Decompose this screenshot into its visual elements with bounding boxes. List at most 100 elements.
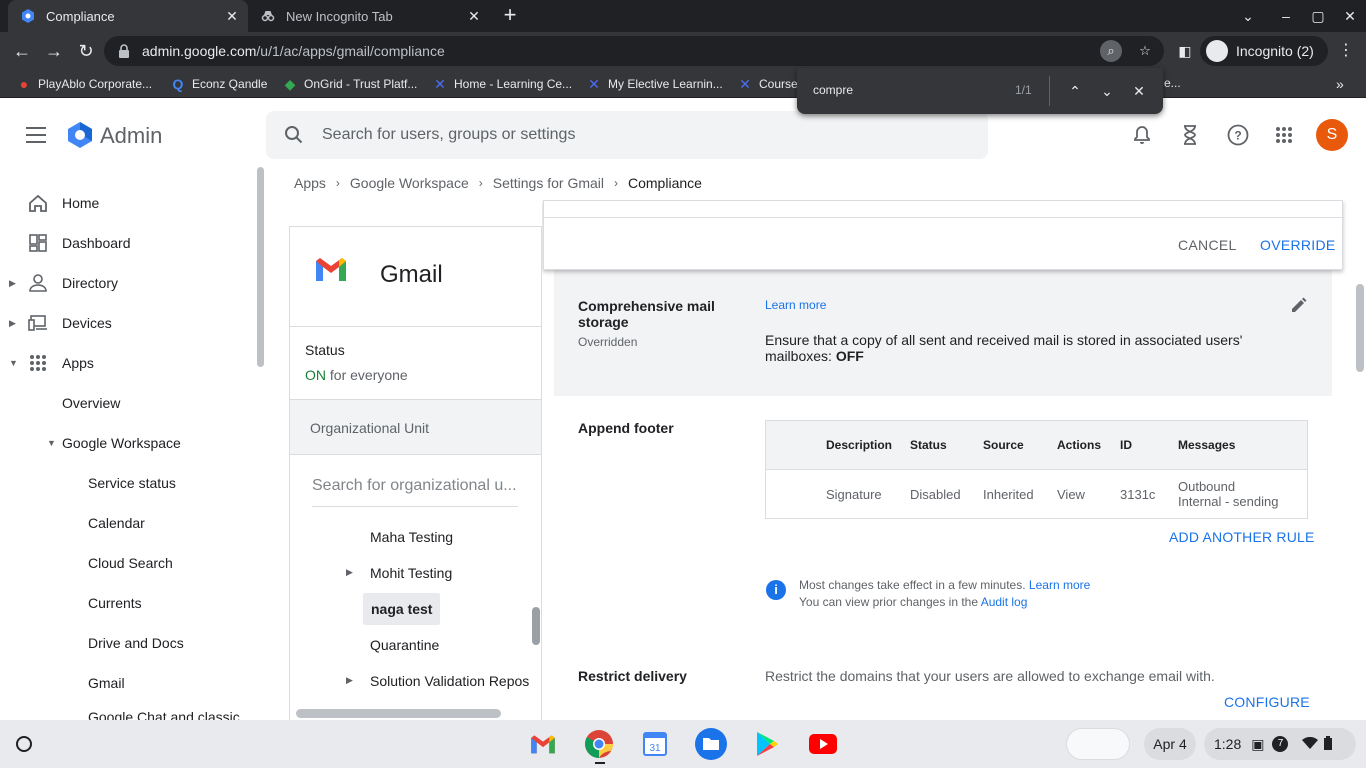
footer-rules-table: Description Status Source Actions ID Mes… (765, 420, 1308, 519)
sidebar-scrollbar[interactable] (257, 167, 264, 367)
sidebar-item-cloud-search[interactable]: Cloud Search (0, 543, 256, 583)
override-button[interactable]: OVERRIDE (1260, 237, 1336, 253)
bookmark-item[interactable]: e... (1164, 76, 1181, 90)
org-unit-item-selected[interactable]: naga test (363, 593, 441, 625)
find-input[interactable]: compre (813, 83, 853, 97)
cell-messages: Outbound (1178, 479, 1236, 494)
gmail-app-icon[interactable] (527, 728, 559, 760)
org-unit-vertical-scrollbar[interactable] (532, 607, 540, 645)
more-bookmarks-icon[interactable]: » (1336, 76, 1344, 92)
configure-button[interactable]: CONFIGURE (1224, 694, 1310, 710)
youtube-app-icon[interactable] (807, 728, 839, 760)
sidebar-item-apps[interactable]: ▼ Apps (0, 343, 256, 383)
expand-arrow-icon[interactable]: ▶ (9, 278, 16, 289)
sidebar-item-dashboard[interactable]: Dashboard (0, 223, 256, 263)
files-app-icon[interactable] (695, 728, 727, 760)
status-tray[interactable]: 1:28 ▣ 7 (1204, 728, 1356, 760)
org-unit-horizontal-scrollbar[interactable] (296, 709, 501, 718)
collapse-arrow-icon[interactable]: ▼ (9, 358, 18, 368)
play-store-app-icon[interactable] (751, 728, 783, 760)
sidebar-item-service-status[interactable]: Service status (0, 463, 256, 503)
chrome-app-icon[interactable] (583, 728, 615, 760)
org-unit-search-input[interactable]: Search for organizational u... (312, 477, 518, 507)
breadcrumb-google-workspace[interactable]: Google Workspace (350, 175, 469, 191)
cancel-button[interactable]: CANCEL (1178, 237, 1237, 253)
close-tab-icon[interactable]: ✕ (466, 8, 482, 24)
minimize-icon[interactable]: – (1276, 6, 1296, 26)
find-previous-icon[interactable]: ⌃ (1065, 81, 1085, 101)
expand-arrow-icon[interactable]: ▶ (9, 318, 16, 329)
apps-grid-icon[interactable] (1272, 123, 1296, 147)
bookmark-item[interactable]: ◆ OnGrid - Trust Platf... (282, 76, 418, 92)
learn-more-link[interactable]: Learn more (765, 298, 826, 312)
org-unit-item[interactable]: Mohit Testing (370, 565, 452, 581)
main-menu-icon[interactable] (26, 127, 46, 143)
tasks-hourglass-icon[interactable] (1178, 123, 1202, 147)
reload-icon[interactable]: ↻ (75, 40, 97, 62)
back-icon[interactable]: ← (11, 40, 33, 62)
new-tab-icon[interactable]: + (498, 4, 522, 28)
launcher-icon[interactable] (16, 736, 32, 752)
calendar-app-icon[interactable]: 31 (639, 728, 671, 760)
expand-arrow-icon[interactable]: ▶ (346, 567, 353, 578)
page-scrollbar[interactable] (1356, 284, 1364, 372)
date-tray[interactable]: Apr 4 (1144, 728, 1196, 760)
learn-more-link[interactable]: Learn more (1029, 578, 1090, 592)
sidebar-item-currents[interactable]: Currents (0, 583, 256, 623)
holding-space-thumbnail[interactable] (1066, 728, 1130, 760)
admin-search-input[interactable] (322, 123, 922, 147)
search-icon (284, 125, 304, 150)
breadcrumb-current: Compliance (628, 175, 702, 191)
expand-arrow-icon[interactable]: ▶ (346, 675, 353, 686)
restrict-delivery-title: Restrict delivery (578, 668, 687, 684)
org-unit-item[interactable]: Maha Testing (370, 529, 453, 545)
side-panel-icon[interactable]: ◧ (1174, 40, 1196, 62)
qandle-icon: Q (172, 76, 184, 92)
sidebar-item-drive-and-docs[interactable]: Drive and Docs (0, 623, 256, 663)
info-text: You can view prior changes in the Audit … (799, 595, 1028, 609)
find-close-icon[interactable]: ✕ (1129, 81, 1149, 101)
edit-pencil-icon[interactable] (1290, 296, 1308, 319)
breadcrumb-apps[interactable]: Apps (294, 175, 326, 191)
sidebar-item-google-workspace[interactable]: ▼ Google Workspace (0, 423, 256, 463)
bookmark-item[interactable]: Q Econz Qandle (170, 76, 268, 92)
bookmark-item[interactable]: ✕ My Elective Learnin... (586, 76, 723, 92)
add-another-rule-button[interactable]: ADD ANOTHER RULE (1169, 529, 1315, 545)
lock-icon[interactable] (118, 44, 130, 63)
apps-grid-icon (28, 353, 48, 373)
forward-icon[interactable]: → (43, 40, 65, 62)
chrome-menu-icon[interactable]: ⋮ (1338, 40, 1354, 60)
collapse-arrow-icon[interactable]: ▼ (47, 438, 56, 448)
audit-log-link[interactable]: Audit log (981, 595, 1028, 609)
notifications-icon[interactable] (1130, 123, 1154, 147)
incognito-profile-button[interactable]: Incognito (2) (1200, 36, 1328, 66)
breadcrumb-settings-gmail[interactable]: Settings for Gmail (493, 175, 604, 191)
address-bar[interactable]: admin.google.com/u/1/ac/apps/gmail/compl… (104, 36, 1164, 66)
org-unit-item[interactable]: Solution Validation Repos (370, 673, 529, 689)
bookmark-item[interactable]: ● PlayAblo Corporate... (16, 76, 152, 92)
bookmark-item[interactable]: ✕ Course (737, 76, 798, 92)
sidebar-item-home[interactable]: Home (0, 183, 256, 223)
sidebar-item-overview[interactable]: Overview (0, 383, 256, 423)
avatar[interactable]: S (1316, 119, 1348, 151)
view-rule-link[interactable]: View (1057, 487, 1085, 502)
close-tab-icon[interactable]: ✕ (224, 8, 240, 24)
sidebar-item-devices[interactable]: ▶ Devices (0, 303, 256, 343)
tab-new-incognito[interactable]: New Incognito Tab ✕ (250, 0, 490, 32)
sidebar-item-google-chat[interactable]: Google Chat and classic (0, 697, 256, 720)
sidebar-item-calendar[interactable]: Calendar (0, 503, 256, 543)
maximize-icon[interactable]: ▢ (1308, 6, 1328, 26)
bookmark-item[interactable]: ✕ Home - Learning Ce... (432, 76, 572, 92)
find-in-page-icon[interactable]: ⌕ (1100, 40, 1122, 62)
find-next-icon[interactable]: ⌄ (1097, 81, 1117, 101)
setting-description: mailboxes: OFF (765, 348, 864, 364)
close-window-icon[interactable]: ✕ (1340, 6, 1360, 26)
org-unit-item[interactable]: Quarantine (370, 637, 439, 653)
restrict-delivery-description: Restrict the domains that your users are… (765, 668, 1215, 684)
admin-search[interactable] (266, 111, 988, 159)
sidebar-item-directory[interactable]: ▶ Directory (0, 263, 256, 303)
tab-compliance[interactable]: Compliance ✕ (8, 0, 248, 32)
tab-search-icon[interactable]: ⌄ (1238, 6, 1258, 26)
bookmark-star-icon[interactable]: ☆ (1134, 40, 1156, 62)
help-icon[interactable]: ? (1226, 123, 1250, 147)
